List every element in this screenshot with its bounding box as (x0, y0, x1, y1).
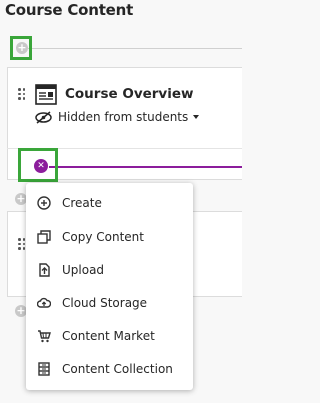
page-title: Course Content (5, 1, 134, 19)
menu-item-upload[interactable]: Upload (26, 255, 193, 285)
menu-item-label: Create (62, 196, 102, 210)
drag-handle-icon[interactable] (18, 238, 25, 250)
menu-item-label: Content Collection (62, 362, 173, 376)
menu-item-copy-content[interactable]: Copy Content (26, 222, 193, 252)
menu-item-create[interactable]: Create (26, 188, 193, 218)
item-title[interactable]: Course Overview (65, 86, 194, 102)
collection-icon (38, 362, 50, 376)
document-icon (35, 84, 57, 105)
visibility-dropdown[interactable]: Hidden from students (35, 109, 200, 125)
menu-item-label: Upload (62, 263, 105, 277)
insert-line (49, 166, 242, 168)
menu-item-label: Content Market (62, 329, 155, 343)
menu-item-cloud-storage[interactable]: Cloud Storage (26, 288, 193, 318)
menu-item-content-collection[interactable]: Content Collection (26, 354, 193, 384)
add-content-menu: Create Copy Content Upload Cloud Storage (26, 183, 193, 390)
menu-item-content-market[interactable]: Content Market (26, 321, 193, 351)
menu-item-label: Copy Content (62, 230, 144, 244)
divider-line (28, 48, 242, 49)
visibility-label: Hidden from students (58, 110, 189, 124)
drag-handle-icon[interactable] (18, 88, 25, 100)
cloud-icon (37, 297, 51, 308)
plus-circle-icon (37, 196, 51, 210)
chevron-down-icon (193, 115, 200, 119)
highlight-box (18, 148, 58, 182)
cart-icon (38, 330, 51, 343)
copy-icon (37, 230, 51, 244)
menu-item-label: Cloud Storage (62, 296, 148, 310)
highlight-box (10, 36, 32, 60)
hidden-eye-icon (35, 110, 52, 124)
upload-icon (39, 263, 50, 277)
